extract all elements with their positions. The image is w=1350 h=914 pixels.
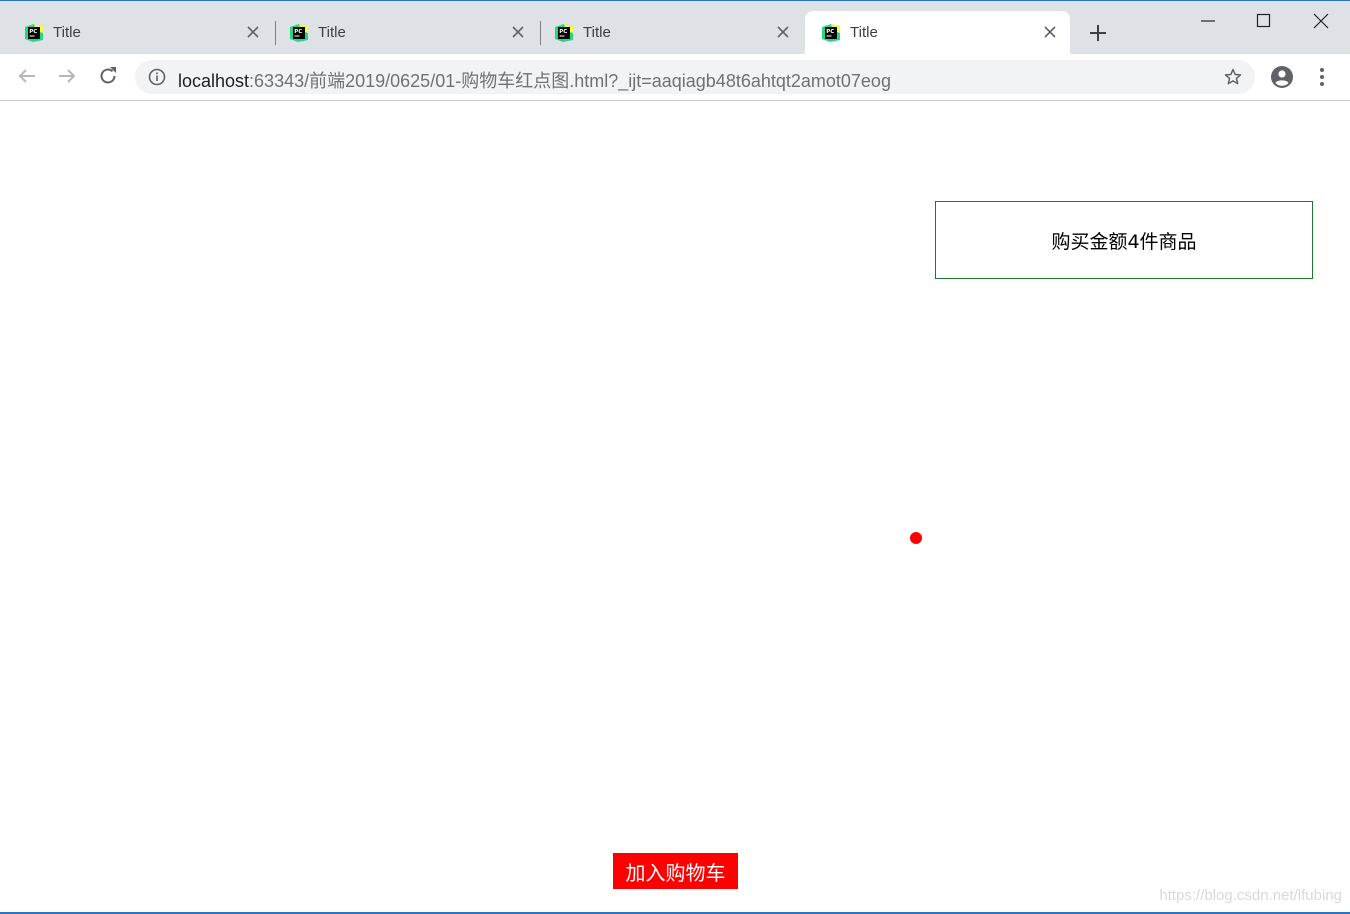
close-icon[interactable] bbox=[775, 24, 791, 40]
tab-title: Title bbox=[53, 24, 81, 41]
url-path: :63343/前端2019/0625/01-购物车红点图.html?_ijt=a… bbox=[249, 71, 891, 91]
forward-arrow-icon[interactable] bbox=[55, 64, 79, 88]
svg-text:PC: PC bbox=[294, 29, 302, 35]
svg-text:PC: PC bbox=[826, 29, 834, 35]
tab-strip: PC Title PC Title PC Title PC Title bbox=[0, 1, 1350, 54]
cart-summary-text: 购买金额4件商品 bbox=[1051, 230, 1197, 253]
browser-toolbar: localhost:63343/前端2019/0625/01-购物车红点图.ht… bbox=[0, 54, 1350, 101]
tab-1[interactable]: PC Title bbox=[8, 11, 273, 54]
svg-text:PC: PC bbox=[559, 29, 567, 35]
flying-red-dot bbox=[910, 532, 922, 544]
url-host: localhost bbox=[178, 71, 250, 91]
reload-icon[interactable] bbox=[96, 64, 120, 88]
close-icon[interactable] bbox=[510, 24, 526, 40]
pycharm-favicon-icon: PC bbox=[555, 24, 573, 42]
add-to-cart-button[interactable]: 加入购物车 bbox=[613, 853, 738, 889]
maximize-icon[interactable] bbox=[1252, 9, 1276, 33]
browser-window: PC Title PC Title PC Title PC Title loca… bbox=[0, 0, 1350, 914]
back-arrow-icon[interactable] bbox=[15, 64, 39, 88]
svg-text:PC: PC bbox=[29, 29, 37, 35]
pycharm-favicon-icon: PC bbox=[290, 24, 308, 42]
profile-icon[interactable] bbox=[1270, 65, 1294, 89]
info-icon[interactable] bbox=[148, 68, 166, 86]
cart-summary-box: 购买金额4件商品 bbox=[935, 201, 1313, 279]
tab-title: Title bbox=[318, 24, 346, 41]
kebab-menu-icon[interactable] bbox=[1312, 65, 1332, 89]
close-icon[interactable] bbox=[245, 24, 261, 40]
tab-title: Title bbox=[850, 24, 878, 41]
pycharm-favicon-icon: PC bbox=[822, 24, 840, 42]
plus-icon[interactable] bbox=[1086, 21, 1110, 45]
close-icon[interactable] bbox=[1042, 24, 1058, 40]
url-text[interactable]: localhost:63343/前端2019/0625/01-购物车红点图.ht… bbox=[178, 67, 891, 93]
address-bar[interactable]: localhost:63343/前端2019/0625/01-购物车红点图.ht… bbox=[135, 60, 1255, 94]
tab-title: Title bbox=[583, 24, 611, 41]
tab-4-active[interactable]: PC Title bbox=[805, 11, 1070, 54]
minimize-icon[interactable] bbox=[1196, 9, 1220, 33]
watermark-text: https://blog.csdn.net/lfubing bbox=[1159, 887, 1342, 904]
tab-2[interactable]: PC Title bbox=[273, 11, 538, 54]
tab-3[interactable]: PC Title bbox=[538, 11, 803, 54]
pycharm-favicon-icon: PC bbox=[25, 24, 43, 42]
star-icon[interactable] bbox=[1223, 67, 1243, 87]
window-close-icon[interactable] bbox=[1309, 9, 1333, 33]
